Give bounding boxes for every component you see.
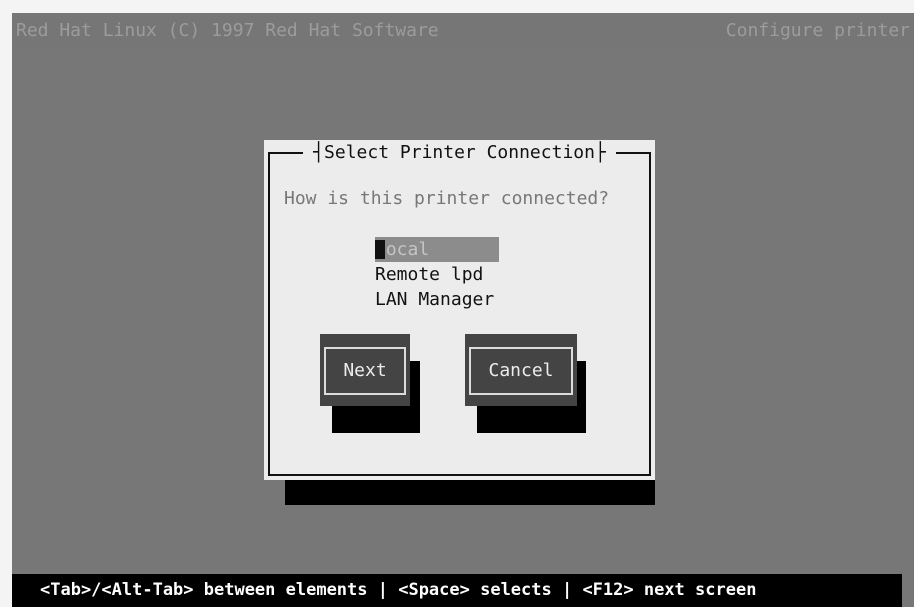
next-button[interactable]: Next [320, 334, 410, 406]
connection-question: How is this printer connected? [284, 188, 610, 209]
option-lan-manager[interactable]: LAN Manager [375, 287, 499, 312]
connection-listbox[interactable]: Local Remote lpd LAN Manager [375, 237, 499, 312]
status-bar: <Tab>/<Alt-Tab> between elements | <Spac… [12, 574, 902, 607]
cancel-button[interactable]: Cancel [465, 334, 577, 406]
option-local[interactable]: Local [375, 237, 499, 262]
screen-title: Configure printer [725, 20, 910, 41]
top-bar: Red Hat Linux (C) 1997 Red Hat Software … [12, 13, 914, 47]
status-help-text: <Tab>/<Alt-Tab> between elements | <Spac… [40, 580, 757, 600]
printer-connection-dialog: Select Printer Connection How is this pr… [264, 140, 655, 480]
dialog-title-text: Select Printer Connection [303, 142, 616, 163]
next-button-label: Next [324, 347, 406, 395]
option-remote-lpd[interactable]: Remote lpd [375, 262, 499, 287]
copyright-text: Red Hat Linux (C) 1997 Red Hat Software [16, 20, 439, 41]
text-cursor [375, 240, 385, 259]
dialog-title: Select Printer Connection [264, 140, 655, 166]
cancel-button-label: Cancel [469, 347, 573, 395]
